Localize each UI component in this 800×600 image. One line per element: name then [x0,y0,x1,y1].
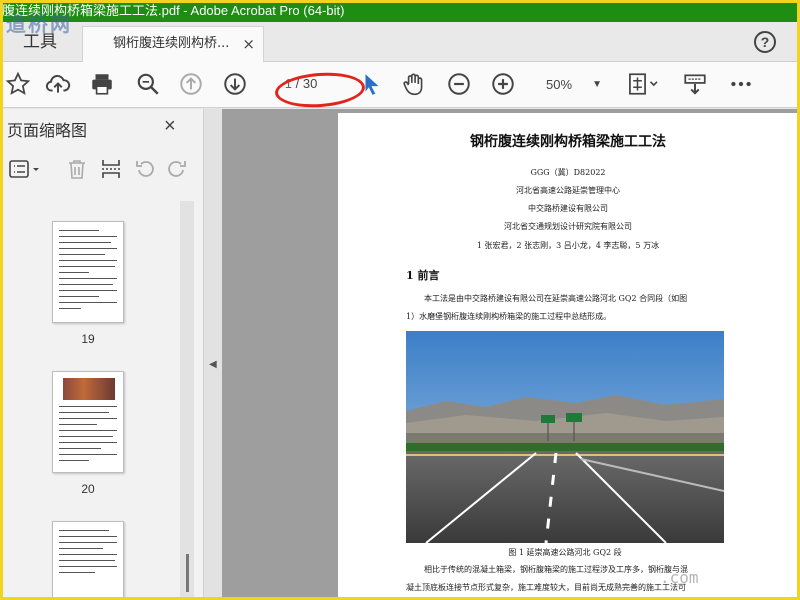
cloud-upload-icon[interactable] [44,71,72,99]
print-icon[interactable] [88,71,116,99]
document-org: 中交路桥建设有限公司 [528,204,608,213]
tab-document[interactable]: 钢桁腹连续刚构桥... × [82,26,264,62]
document-authors: 1 张宏君，2 张志刚，3 吕小龙，4 李志聪，5 万冰 [476,241,660,250]
figure-caption: 图 1 延崇高速公路河北 GQ2 段 [508,548,622,557]
zoom-search-icon[interactable] [134,71,162,99]
zoom-level-select[interactable]: 50% ▼ [534,74,606,96]
sidebar-scrollbar[interactable] [180,201,194,599]
collapse-arrow-icon[interactable]: ◀ [209,359,217,370]
rotate-left-icon[interactable] [132,157,158,183]
help-icon[interactable]: ? [754,31,776,53]
zoom-out-icon[interactable] [445,71,473,99]
thumbnail-list: 19 20 [0,195,204,600]
page-thumbnail-21[interactable] [52,521,124,600]
next-page-icon[interactable] [221,71,249,99]
tab-close-icon[interactable]: × [242,27,255,61]
document-org: 河北省高速公路延崇管理中心 [516,186,620,195]
watermark-bottom-right: .com [660,568,699,587]
document-org: 河北省交通规划设计研究院有限公司 [504,222,632,231]
paragraph-line: 1）水磨堡钢桁腹连续刚构桥箱梁的施工过程中总结形成。 [406,312,612,321]
sidebar-scroll-thumb[interactable] [186,554,189,592]
tab-document-label: 钢桁腹连续刚构桥... [113,36,230,51]
page-thumbnail-19[interactable] [52,221,124,323]
delete-page-icon[interactable] [64,157,90,183]
document-title: 钢桁腹连续刚构桥箱梁施工工法 [470,134,666,150]
sidebar-close-icon[interactable]: × [164,115,176,138]
window-title-bar: 腹连续刚构桥箱梁施工工法.pdf - Adobe Acrobat Pro (64… [0,0,800,22]
paragraph-line: 本工法是由中交路桥建设有限公司在延崇高速公路河北 GQ2 合同段（如图 [424,294,688,303]
scroll-mode-icon[interactable] [681,71,709,99]
page-fit-icon[interactable] [626,71,662,99]
insert-page-icon[interactable] [98,157,124,183]
zoom-level-value: 50% [546,77,573,92]
thumbnail-sidebar: 页面缩略图 × 19 20 [0,109,204,600]
highway-photo [406,331,724,543]
zoom-in-icon[interactable] [489,71,517,99]
section-heading: 1 前言 [406,269,440,282]
page-thumbnail-20[interactable] [52,371,124,473]
bookmark-star-icon[interactable] [4,71,32,99]
sidebar-title: 页面缩略图 [7,121,88,140]
sidebar-collapse-gutter[interactable]: ◀ [204,109,222,600]
rotate-right-icon[interactable] [164,157,190,183]
tab-bar: 工具 钢桁腹连续刚构桥... × ? [0,22,800,62]
main-toolbar: 1 / 30 50% ▼ [0,62,800,108]
document-code: GGG（冀）D82022 [530,168,606,177]
thumbnail-label: 19 [81,332,95,346]
thumbnail-label: 20 [81,482,95,496]
hand-tool-icon[interactable] [400,71,428,99]
document-viewer[interactable]: 钢桁腹连续刚构桥箱梁施工工法 GGG（冀）D82022 河北省高速公路延崇管理中… [222,109,800,600]
previous-page-icon[interactable] [177,71,205,99]
pdf-page: 钢桁腹连续刚构桥箱梁施工工法 GGG（冀）D82022 河北省高速公路延崇管理中… [338,113,800,600]
sidebar-toolbar [0,153,204,185]
chevron-down-icon: ▼ [592,79,602,90]
thumbnail-options-icon[interactable] [6,157,44,183]
more-options-icon[interactable] [727,71,755,99]
watermark-top-left: 道桥网 [6,12,72,36]
